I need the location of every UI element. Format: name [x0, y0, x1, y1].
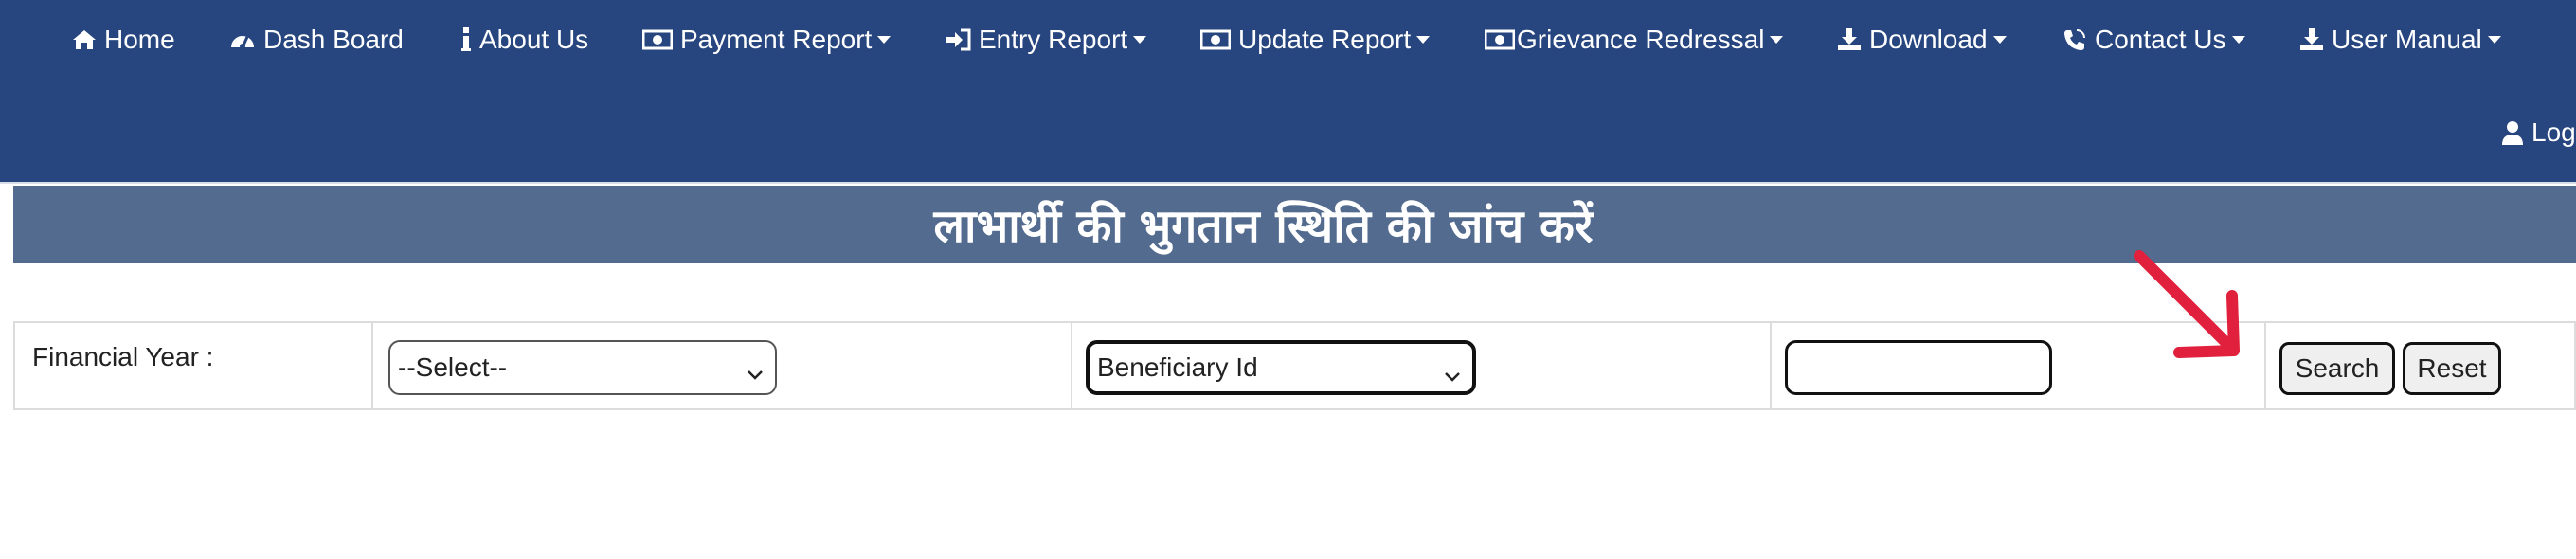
chevron-down-icon: [2231, 36, 2245, 44]
nav-entry-report[interactable]: Entry Report: [945, 21, 1147, 59]
select-value: Beneficiary Id: [1097, 352, 1258, 382]
money-icon: [1485, 29, 1515, 50]
chevron-down-icon: [1444, 361, 1461, 391]
nav-label: Grievance Redressal: [1517, 25, 1765, 54]
nav-label: User Manual: [2332, 25, 2482, 54]
chevron-down-icon: [1133, 36, 1147, 44]
money-icon: [1200, 29, 1231, 50]
financial-year-label: Financial Year :: [32, 342, 214, 371]
financial-year-cell: --Select--: [373, 323, 1072, 408]
reset-button[interactable]: Reset: [2403, 342, 2501, 395]
financial-year-label-cell: Financial Year :: [15, 323, 373, 408]
chevron-down-icon: [1992, 36, 2007, 44]
sign-in-icon: [945, 28, 971, 51]
page-title: लाभार्थी की भुगतान स्थिति की जांच करें: [933, 199, 1594, 253]
search-value-input[interactable]: [1785, 340, 2052, 395]
nav-label: About Us: [479, 25, 589, 54]
search-type-select[interactable]: Beneficiary Id: [1086, 340, 1476, 395]
nav-home[interactable]: Home: [72, 21, 175, 59]
top-navbar: Home Dash Board About Us Payment Report …: [0, 0, 2576, 184]
nav-about-us[interactable]: About Us: [460, 21, 588, 59]
action-buttons-cell: Search Reset: [2266, 323, 2576, 408]
nav-label: Dash Board: [263, 25, 404, 54]
nav-label: Update Report: [1238, 25, 1412, 54]
chevron-down-icon: [747, 359, 764, 389]
nav-login[interactable]: Log: [2501, 114, 2576, 152]
money-icon: [642, 29, 673, 50]
dashboard-icon: [229, 28, 256, 51]
select-value: --Select--: [398, 352, 508, 382]
annotation-arrow-icon: [2134, 250, 2240, 358]
search-button[interactable]: Search: [2279, 342, 2395, 395]
download-icon: [2299, 28, 2324, 51]
nav-label: Download: [1869, 25, 1988, 54]
chevron-down-icon: [2487, 36, 2501, 44]
nav-grievance-redressal[interactable]: Grievance Redressal: [1485, 21, 1784, 59]
nav-contact-us[interactable]: Contact Us: [2063, 21, 2245, 59]
chevron-down-icon: [1416, 36, 1431, 44]
nav-payment-report[interactable]: Payment Report: [642, 21, 892, 59]
nav-label: Home: [104, 25, 175, 54]
nav-label: Payment Report: [680, 25, 873, 54]
search-type-cell: Beneficiary Id: [1072, 323, 1772, 408]
home-icon: [72, 28, 97, 51]
financial-year-select[interactable]: --Select--: [388, 340, 777, 395]
download-icon: [1837, 28, 1862, 51]
nav-label: Log: [2531, 117, 2576, 147]
info-icon: [460, 27, 472, 52]
chevron-down-icon: [1770, 36, 1784, 44]
nav-download[interactable]: Download: [1837, 21, 2007, 59]
user-icon: [2501, 120, 2524, 145]
nav-label: Entry Report: [979, 25, 1128, 54]
chevron-down-icon: [877, 36, 892, 44]
nav-label: Contact Us: [2095, 25, 2226, 54]
phone-icon: [2063, 27, 2087, 52]
nav-user-manual[interactable]: User Manual: [2299, 21, 2501, 59]
nav-dashboard[interactable]: Dash Board: [229, 21, 404, 59]
nav-update-report[interactable]: Update Report: [1200, 21, 1431, 59]
